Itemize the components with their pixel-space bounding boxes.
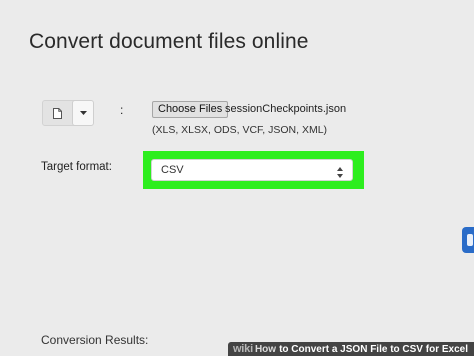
caret-down-icon (79, 111, 87, 115)
side-button-icon (467, 234, 473, 246)
dropdown-toggle-button[interactable] (72, 100, 94, 126)
document-icon[interactable] (43, 101, 72, 125)
supported-formats-hint: (XLS, XLSX, ODS, VCF, JSON, XML) (152, 124, 328, 136)
side-action-button[interactable] (462, 227, 474, 253)
watermark-brand: wiki (232, 343, 253, 355)
wikihow-watermark: wiki How to Convert a JSON File to CSV f… (227, 342, 474, 356)
target-format-value: CSV (161, 164, 184, 176)
choose-files-button[interactable]: Choose Files (152, 101, 229, 118)
target-format-select[interactable]: CSV (151, 159, 353, 181)
up-down-arrows-icon (337, 165, 343, 183)
file-source-button[interactable] (42, 100, 94, 126)
watermark-how: How (254, 343, 277, 355)
watermark-title: to Convert a JSON File to CSV for Excel (279, 343, 468, 355)
conversion-results-label: Conversion Results: (41, 333, 149, 347)
selected-file-name: sessionCheckpoints.json (225, 103, 347, 115)
page-title: Convert document files online (29, 30, 309, 53)
target-format-label: Target format: (41, 161, 112, 173)
field-colon: : (120, 103, 124, 117)
